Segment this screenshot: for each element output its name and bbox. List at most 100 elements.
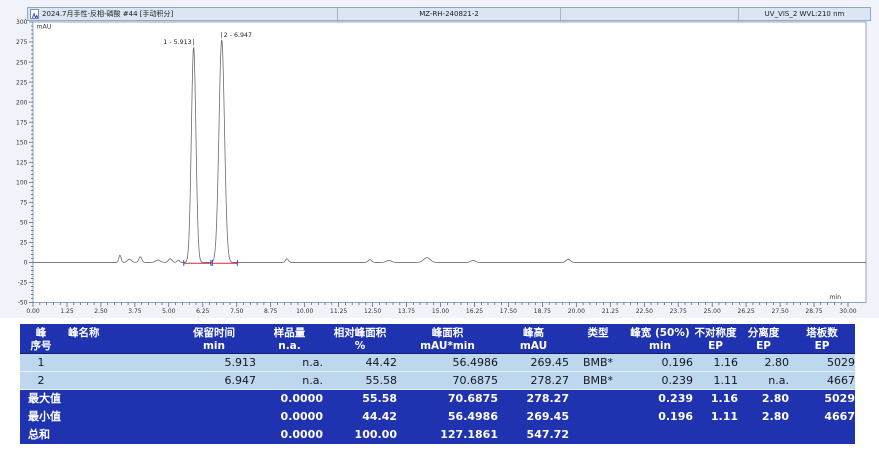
peak-cell: 55.58 bbox=[323, 371, 397, 389]
svg-text:26.25: 26.25 bbox=[738, 308, 755, 315]
svg-text:25.00: 25.00 bbox=[704, 308, 721, 315]
chromatogram-plot[interactable]: -50-250255075100125150175200225250275300… bbox=[0, 0, 879, 318]
peak-cell: 5029 bbox=[789, 353, 855, 371]
summary-row: 最小值0.000044.4256.4986269.450.1961.112.80… bbox=[20, 408, 855, 426]
svg-text:18.75: 18.75 bbox=[534, 308, 551, 315]
col-header-3: 样品量n.a. bbox=[256, 324, 323, 353]
peak-cell: 5.913 bbox=[172, 353, 256, 371]
svg-text:100: 100 bbox=[16, 180, 28, 187]
peak-cell: 269.45 bbox=[498, 353, 569, 371]
svg-text:75: 75 bbox=[20, 200, 28, 207]
peak-row[interactable]: 15.913n.a.44.4256.4986269.45BMB*0.1961.1… bbox=[20, 353, 855, 371]
svg-text:16.25: 16.25 bbox=[466, 308, 483, 315]
peak-cell: 1 bbox=[20, 353, 62, 371]
col-header-4: 相对峰面积% bbox=[323, 324, 397, 353]
peak-cell: n.a. bbox=[738, 371, 789, 389]
summary-cell bbox=[627, 426, 693, 444]
y-axis-labels: -50-250255075100125150175200225250275300 bbox=[16, 19, 28, 307]
svg-text:1.25: 1.25 bbox=[60, 308, 74, 315]
chromatogram-report: 2024.7月手性-反相-磷酸 #44 [手动积分] MZ-RH-240821-… bbox=[0, 0, 879, 459]
svg-text:15.00: 15.00 bbox=[432, 308, 449, 315]
x-axis-labels: 0.001.252.503.755.006.257.508.7510.0011.… bbox=[26, 308, 856, 315]
svg-text:8.75: 8.75 bbox=[264, 308, 278, 315]
svg-text:27.50: 27.50 bbox=[772, 308, 789, 315]
summary-cell: 1.16 bbox=[693, 389, 738, 408]
summary-row: 最大值0.000055.5870.6875278.270.2391.162.80… bbox=[20, 389, 855, 408]
summary-cell bbox=[172, 426, 256, 444]
svg-text:6.25: 6.25 bbox=[196, 308, 210, 315]
svg-text:175: 175 bbox=[16, 119, 28, 126]
svg-text:125: 125 bbox=[16, 159, 28, 166]
summary-cell bbox=[172, 389, 256, 408]
peak-row[interactable]: 26.947n.a.55.5870.6875278.27BMB*0.2391.1… bbox=[20, 371, 855, 389]
summary-cell: 0.0000 bbox=[256, 408, 323, 426]
peak-cell bbox=[62, 353, 172, 371]
summary-cell: 5029 bbox=[789, 389, 855, 408]
summary-label: 最大值 bbox=[20, 389, 172, 408]
svg-text:0: 0 bbox=[24, 260, 28, 267]
summary-cell: 100.00 bbox=[323, 426, 397, 444]
svg-text:300: 300 bbox=[16, 19, 28, 26]
svg-text:1 - 5.913: 1 - 5.913 bbox=[163, 39, 191, 46]
col-header-9: 不对称度EP bbox=[693, 324, 738, 353]
svg-text:225: 225 bbox=[16, 79, 28, 86]
peak-cell: 56.4986 bbox=[397, 353, 498, 371]
svg-text:250: 250 bbox=[16, 59, 28, 66]
svg-text:11.25: 11.25 bbox=[330, 308, 347, 315]
svg-text:12.50: 12.50 bbox=[364, 308, 381, 315]
summary-cell: 0.239 bbox=[627, 389, 693, 408]
summary-cell: 4667 bbox=[789, 408, 855, 426]
peak-cell: 6.947 bbox=[172, 371, 256, 389]
summary-label: 总和 bbox=[20, 426, 172, 444]
peak-cell: BMB* bbox=[569, 371, 627, 389]
svg-text:5.00: 5.00 bbox=[162, 308, 176, 315]
peak-cell: 0.196 bbox=[627, 353, 693, 371]
summary-cell: 0.0000 bbox=[256, 426, 323, 444]
summary-cell: 55.58 bbox=[323, 389, 397, 408]
svg-text:20.00: 20.00 bbox=[568, 308, 585, 315]
peak-cell: n.a. bbox=[256, 371, 323, 389]
summary-cell bbox=[738, 426, 789, 444]
summary-cell: 278.27 bbox=[498, 389, 569, 408]
summary-cell bbox=[569, 408, 627, 426]
summary-row: 总和 0.0000100.00127.1861547.72 bbox=[20, 426, 855, 444]
svg-text:0.00: 0.00 bbox=[26, 308, 40, 315]
summary-cell: 269.45 bbox=[498, 408, 569, 426]
peak-cell: 4667 bbox=[789, 371, 855, 389]
summary-cell: 0.0000 bbox=[256, 389, 323, 408]
svg-text:3.75: 3.75 bbox=[128, 308, 142, 315]
x-unit-label: min bbox=[829, 294, 841, 301]
y-unit-label: mAU bbox=[37, 24, 52, 31]
summary-cell: 127.1861 bbox=[397, 426, 498, 444]
svg-text:22.50: 22.50 bbox=[636, 308, 653, 315]
summary-cell bbox=[569, 389, 627, 408]
summary-cell: 70.6875 bbox=[397, 389, 498, 408]
x-axis-ticks bbox=[33, 303, 848, 308]
peak-cell: 0.239 bbox=[627, 371, 693, 389]
summary-cell: 547.72 bbox=[498, 426, 569, 444]
peak-results-table: 峰序号峰名称保留时间min样品量n.a.相对峰面积%峰面积mAU*min峰高mA… bbox=[20, 324, 855, 444]
svg-text:2 - 6.947: 2 - 6.947 bbox=[224, 32, 252, 39]
svg-text:17.50: 17.50 bbox=[500, 308, 517, 315]
peak-cell: 2 bbox=[20, 371, 62, 389]
svg-text:10.00: 10.00 bbox=[296, 308, 313, 315]
col-header-6: 峰高mAU bbox=[498, 324, 569, 353]
col-header-7: 类型 bbox=[569, 324, 627, 353]
col-header-1: 峰名称 bbox=[62, 324, 172, 353]
svg-text:23.75: 23.75 bbox=[670, 308, 687, 315]
svg-text:50: 50 bbox=[20, 220, 28, 227]
col-header-5: 峰面积mAU*min bbox=[397, 324, 498, 353]
y-axis-ticks bbox=[29, 22, 33, 303]
svg-text:-50: -50 bbox=[18, 300, 28, 307]
svg-text:150: 150 bbox=[16, 139, 28, 146]
svg-text:-25: -25 bbox=[18, 280, 28, 287]
peak-table-header-row: 峰序号峰名称保留时间min样品量n.a.相对峰面积%峰面积mAU*min峰高mA… bbox=[20, 324, 855, 353]
summary-cell bbox=[569, 426, 627, 444]
summary-cell: 2.80 bbox=[738, 408, 789, 426]
peak-cell: BMB* bbox=[569, 353, 627, 371]
svg-text:28.75: 28.75 bbox=[805, 308, 822, 315]
svg-text:21.25: 21.25 bbox=[602, 308, 619, 315]
col-header-2: 保留时间min bbox=[172, 324, 256, 353]
col-header-8: 峰宽 (50%)min bbox=[627, 324, 693, 353]
col-header-10: 分离度EP bbox=[738, 324, 789, 353]
